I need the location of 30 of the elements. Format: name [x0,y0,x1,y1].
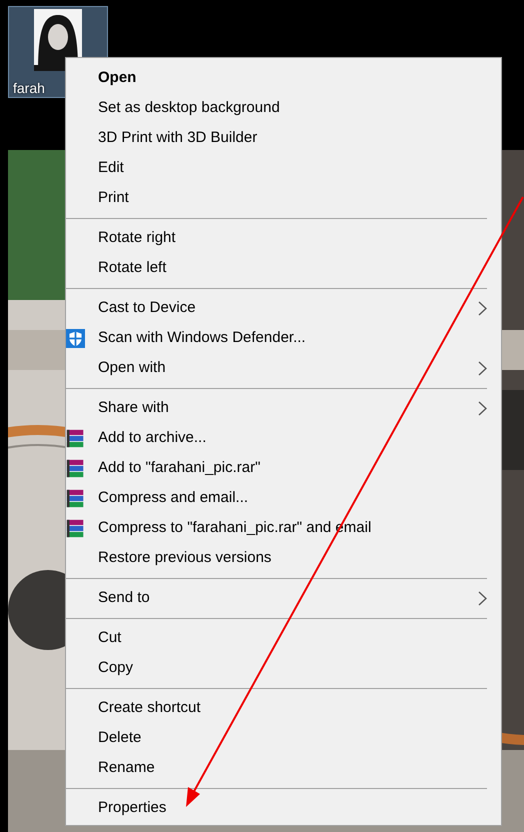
books-icon [66,459,85,478]
chevron-icon [478,361,487,376]
chevron-icon [478,401,487,416]
menu-item[interactable]: Scan with Windows Defender... [66,323,501,353]
menu-item[interactable]: Compress and email... [66,483,501,513]
chevron-icon [478,301,487,316]
books-icon [66,489,85,508]
menu-item[interactable]: Cast to Device [66,293,501,323]
menu-item[interactable]: Send to [66,583,501,613]
menu-item[interactable]: Cut [66,623,501,653]
menu-item[interactable]: Add to "farahani_pic.rar" [66,453,501,483]
books-icon [66,519,85,538]
menu-item[interactable]: Share with [66,393,501,423]
menu-item[interactable]: Delete [66,723,501,753]
file-name: farah [13,80,45,96]
menu-item[interactable]: 3D Print with 3D Builder [66,123,501,153]
books-icon [66,429,85,448]
menu-item[interactable]: Print [66,183,501,213]
menu-item[interactable]: Create shortcut [66,693,501,723]
menu-item[interactable]: Copy [66,653,501,683]
menu-item[interactable]: Rename [66,753,501,783]
menu-item[interactable]: Restore previous versions [66,543,501,573]
menu-item[interactable]: Rotate left [66,253,501,283]
chevron-icon [478,591,487,606]
menu-item[interactable]: Open with [66,353,501,383]
menu-item[interactable]: Edit [66,153,501,183]
menu-item[interactable]: Add to archive... [66,423,501,453]
menu-item[interactable]: Properties [66,793,501,823]
menu-item[interactable]: Rotate right [66,223,501,253]
shield-icon [66,329,85,348]
